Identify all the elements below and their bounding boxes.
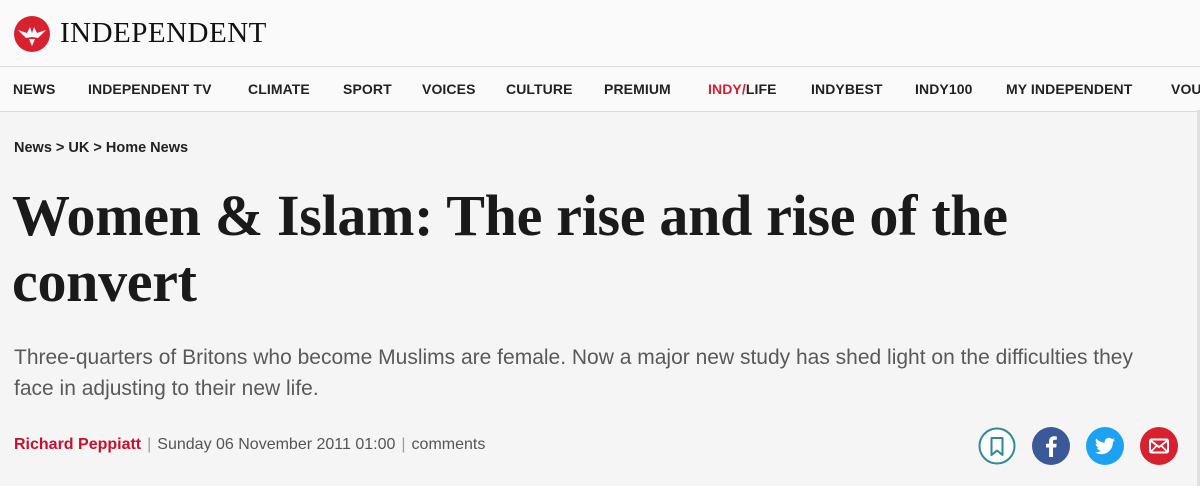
email-share-button[interactable] [1140, 427, 1178, 465]
publish-date: Sunday 06 November 2011 01:00 [157, 436, 396, 453]
main-navigation: NEWS INDEPENDENT TV CLIMATE SPORT VOICES… [0, 66, 1200, 112]
comments-link[interactable]: comments [412, 436, 486, 453]
article-headline: Women & Islam: The rise and rise of the … [12, 183, 1008, 314]
author-link[interactable]: Richard Peppiatt [14, 436, 141, 453]
nav-climate[interactable]: CLIMATE [248, 67, 310, 111]
eagle-icon[interactable] [14, 16, 50, 52]
twitter-share-button[interactable] [1086, 427, 1124, 465]
bookmark-icon [978, 427, 1016, 465]
nav-premium[interactable]: PREMIUM [604, 67, 671, 111]
nav-indy-life[interactable]: INDY/LIFE [708, 67, 777, 111]
bookmark-button[interactable] [978, 427, 1016, 465]
facebook-share-button[interactable] [1032, 427, 1070, 465]
byline-divider: | [147, 436, 152, 453]
facebook-icon [1032, 427, 1070, 465]
nav-news[interactable]: NEWS [13, 67, 55, 111]
byline: Richard Peppiatt | Sunday 06 November 2011… [14, 436, 485, 454]
nav-indybest[interactable]: INDYBEST [811, 67, 883, 111]
nav-independent-tv[interactable]: INDEPENDENT TV [88, 67, 212, 111]
nav-voices[interactable]: VOICES [422, 67, 476, 111]
nav-my-independent[interactable]: MY INDEPENDENT [1006, 67, 1132, 111]
nav-indy-life-accent: INDY/ [708, 81, 746, 97]
nav-sport[interactable]: SPORT [343, 67, 392, 111]
breadcrumb[interactable]: News > UK > Home News [14, 140, 188, 156]
article-standfirst: Three-quarters of Britons who become Mus… [14, 346, 1133, 400]
email-icon [1140, 427, 1178, 465]
site-logo[interactable]: INDEPENDENT [60, 16, 267, 50]
masthead: INDEPENDENT [0, 0, 1200, 66]
nav-voucher-cut-off[interactable]: VOU [1171, 67, 1200, 111]
nav-indy-life-rest: LIFE [745, 81, 777, 97]
twitter-icon [1086, 427, 1124, 465]
nav-indy100[interactable]: INDY100 [915, 67, 973, 111]
byline-divider: | [401, 436, 406, 453]
nav-culture[interactable]: CULTURE [506, 67, 573, 111]
